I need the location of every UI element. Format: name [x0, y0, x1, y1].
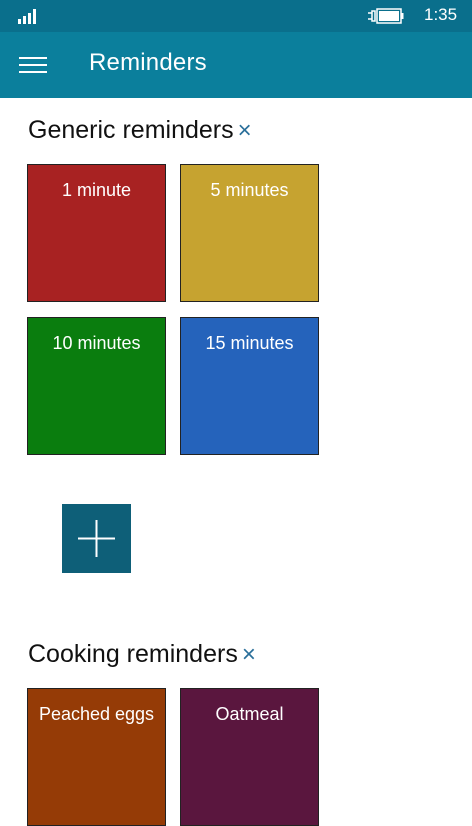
reminder-tile-peached-eggs[interactable]: Peached eggs — [27, 688, 166, 826]
tile-label: 1 minute — [61, 180, 132, 200]
close-icon[interactable]: × — [242, 641, 256, 669]
group-title: Generic reminders — [28, 116, 234, 144]
reminder-tile-1[interactable]: 1 minute — [27, 164, 166, 302]
tile-label: 15 minutes — [205, 333, 294, 353]
page-title: Reminders — [89, 49, 207, 76]
reminder-tile-3[interactable]: 10 minutes — [27, 317, 166, 455]
tile-label: Oatmeal — [215, 704, 284, 724]
group-header-generic: Generic reminders × — [28, 116, 252, 145]
hamburger-menu-icon[interactable] — [14, 48, 54, 82]
app-bar: Reminders — [0, 32, 472, 98]
signal-icon — [18, 9, 36, 24]
group-title: Cooking reminders — [28, 640, 238, 668]
plus-icon — [78, 520, 115, 557]
reminder-tile-4[interactable]: 15 minutes — [180, 317, 319, 455]
tile-label: 10 minutes — [52, 333, 141, 353]
close-icon[interactable]: × — [238, 117, 252, 145]
tile-label: 5 minutes — [210, 180, 289, 200]
tile-label: Peached eggs — [38, 704, 155, 724]
reminder-tile-oatmeal[interactable]: Oatmeal — [180, 688, 319, 826]
status-bar: 1:35 — [0, 0, 472, 32]
add-reminder-button[interactable] — [62, 504, 131, 573]
group-header-cooking: Cooking reminders × — [28, 640, 256, 669]
reminder-tile-2[interactable]: 5 minutes — [180, 164, 319, 302]
status-time: 1:35 — [424, 5, 458, 24]
battery-charging-icon — [368, 8, 404, 24]
